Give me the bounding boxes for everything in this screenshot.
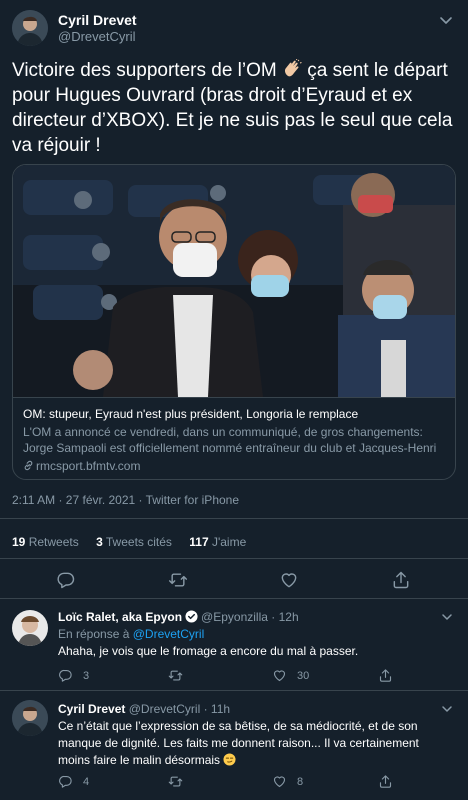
chevron-down-icon[interactable] (440, 702, 454, 716)
likes-label[interactable]: J'aime (212, 535, 246, 549)
reply-action-like[interactable]: 30 (272, 668, 309, 683)
reply-actions: 4 8 (58, 774, 458, 792)
reply-icon (59, 775, 72, 788)
reply-item[interactable]: Cyril Drevet @DrevetCyril · 11h Ce n’éta… (0, 690, 468, 800)
reply-action-reply[interactable]: 3 (58, 668, 89, 683)
tweet-text: Victoire des supporters de l’OM ça sent … (12, 58, 460, 158)
reply-action-like[interactable]: 8 (272, 774, 303, 789)
chevron-down-icon[interactable] (440, 610, 454, 624)
heart-icon (273, 776, 286, 788)
link-card[interactable]: OM: stupeur, Eyraud n'est plus président… (12, 164, 456, 480)
author-handle[interactable]: @DrevetCyril (58, 29, 135, 44)
retweet-icon[interactable] (168, 570, 188, 590)
reply-replies-count: 3 (83, 669, 90, 682)
likes-count[interactable]: 117 (189, 535, 208, 549)
reply-author-handle[interactable]: @DrevetCyril (129, 702, 201, 716)
reply-likes-count: 30 (297, 669, 310, 682)
reply-text: Ahaha, je vois que le fromage a encore d… (58, 644, 359, 658)
heart-icon[interactable] (279, 570, 299, 590)
reply-author-name[interactable]: Cyril Drevet (58, 702, 125, 716)
link-icon (23, 459, 34, 471)
smirk-emoji-icon (223, 753, 236, 766)
share-icon[interactable] (391, 570, 411, 590)
author-avatar[interactable] (12, 10, 48, 46)
reply-action-reply[interactable]: 4 (58, 774, 89, 789)
reply-time[interactable]: · 11h (204, 702, 230, 716)
reply-icon[interactable] (56, 570, 76, 590)
card-title[interactable]: OM: stupeur, Eyraud n'est plus président… (23, 406, 445, 422)
reply-actions: 3 30 (58, 668, 458, 686)
retweets-count[interactable]: 19 (12, 535, 25, 549)
tweet-stats: 19 Retweets 3 Tweets cités 117 J'aime (12, 535, 260, 549)
reply-action-share[interactable] (378, 668, 403, 683)
card-body[interactable]: OM: stupeur, Eyraud n'est plus président… (13, 397, 455, 479)
card-image (13, 165, 455, 397)
reply-text-content: Ce n’était que l’expression de sa bêtise… (58, 719, 419, 767)
reply-header: Loïc Ralet, aka Epyon @Epyonzilla · 12h (58, 610, 299, 624)
divider (0, 558, 468, 559)
reply-context: En réponse à @DrevetCyril (58, 627, 204, 641)
reply-author-handle[interactable]: @Epyonzilla (201, 610, 268, 624)
reply-prefix: En réponse à (58, 627, 130, 641)
card-description: L'OM a annoncé ce vendredi, dans un comm… (23, 425, 437, 455)
reply-header: Cyril Drevet @DrevetCyril · 11h (58, 702, 230, 716)
tweet-timestamp[interactable]: 2:11 AM · 27 févr. 2021 · Twitter for iP… (12, 493, 239, 507)
tweet-actions (0, 570, 468, 594)
card-domain: rmcsport.bfmtv.com (23, 458, 445, 474)
retweets-label[interactable]: Retweets (29, 535, 79, 549)
reply-likes-count: 8 (297, 775, 304, 788)
reply-time[interactable]: · 12h (271, 610, 298, 624)
reply-avatar[interactable] (12, 700, 48, 736)
author-name[interactable]: Cyril Drevet (58, 12, 137, 28)
reply-text: Ce n’était que l’expression de sa bêtise… (58, 718, 454, 769)
reply-to-handle[interactable]: @DrevetCyril (133, 627, 205, 641)
reply-author-name[interactable]: Loïc Ralet, aka Epyon (58, 610, 182, 624)
share-icon (379, 775, 392, 788)
share-icon (379, 669, 392, 682)
reply-avatar[interactable] (12, 610, 48, 646)
quotes-label[interactable]: Tweets cités (106, 535, 172, 549)
clapping-hands-icon (282, 58, 302, 79)
tweet-text-part1: Victoire des supporters de l’OM (12, 60, 277, 81)
reply-action-share[interactable] (378, 774, 403, 789)
quotes-count[interactable]: 3 (96, 535, 103, 549)
card-domain-text: rmcsport.bfmtv.com (36, 459, 141, 473)
divider (0, 518, 468, 519)
chevron-down-icon[interactable] (438, 12, 454, 28)
heart-icon (273, 670, 286, 682)
retweet-icon (168, 670, 183, 681)
reply-item[interactable]: Loïc Ralet, aka Epyon @Epyonzilla · 12h E… (0, 598, 468, 690)
reply-action-retweet[interactable] (168, 668, 193, 683)
reply-action-retweet[interactable] (168, 774, 193, 789)
retweet-icon (168, 776, 183, 787)
verified-badge-icon (185, 610, 198, 623)
reply-replies-count: 4 (83, 775, 90, 788)
reply-icon (59, 669, 72, 682)
